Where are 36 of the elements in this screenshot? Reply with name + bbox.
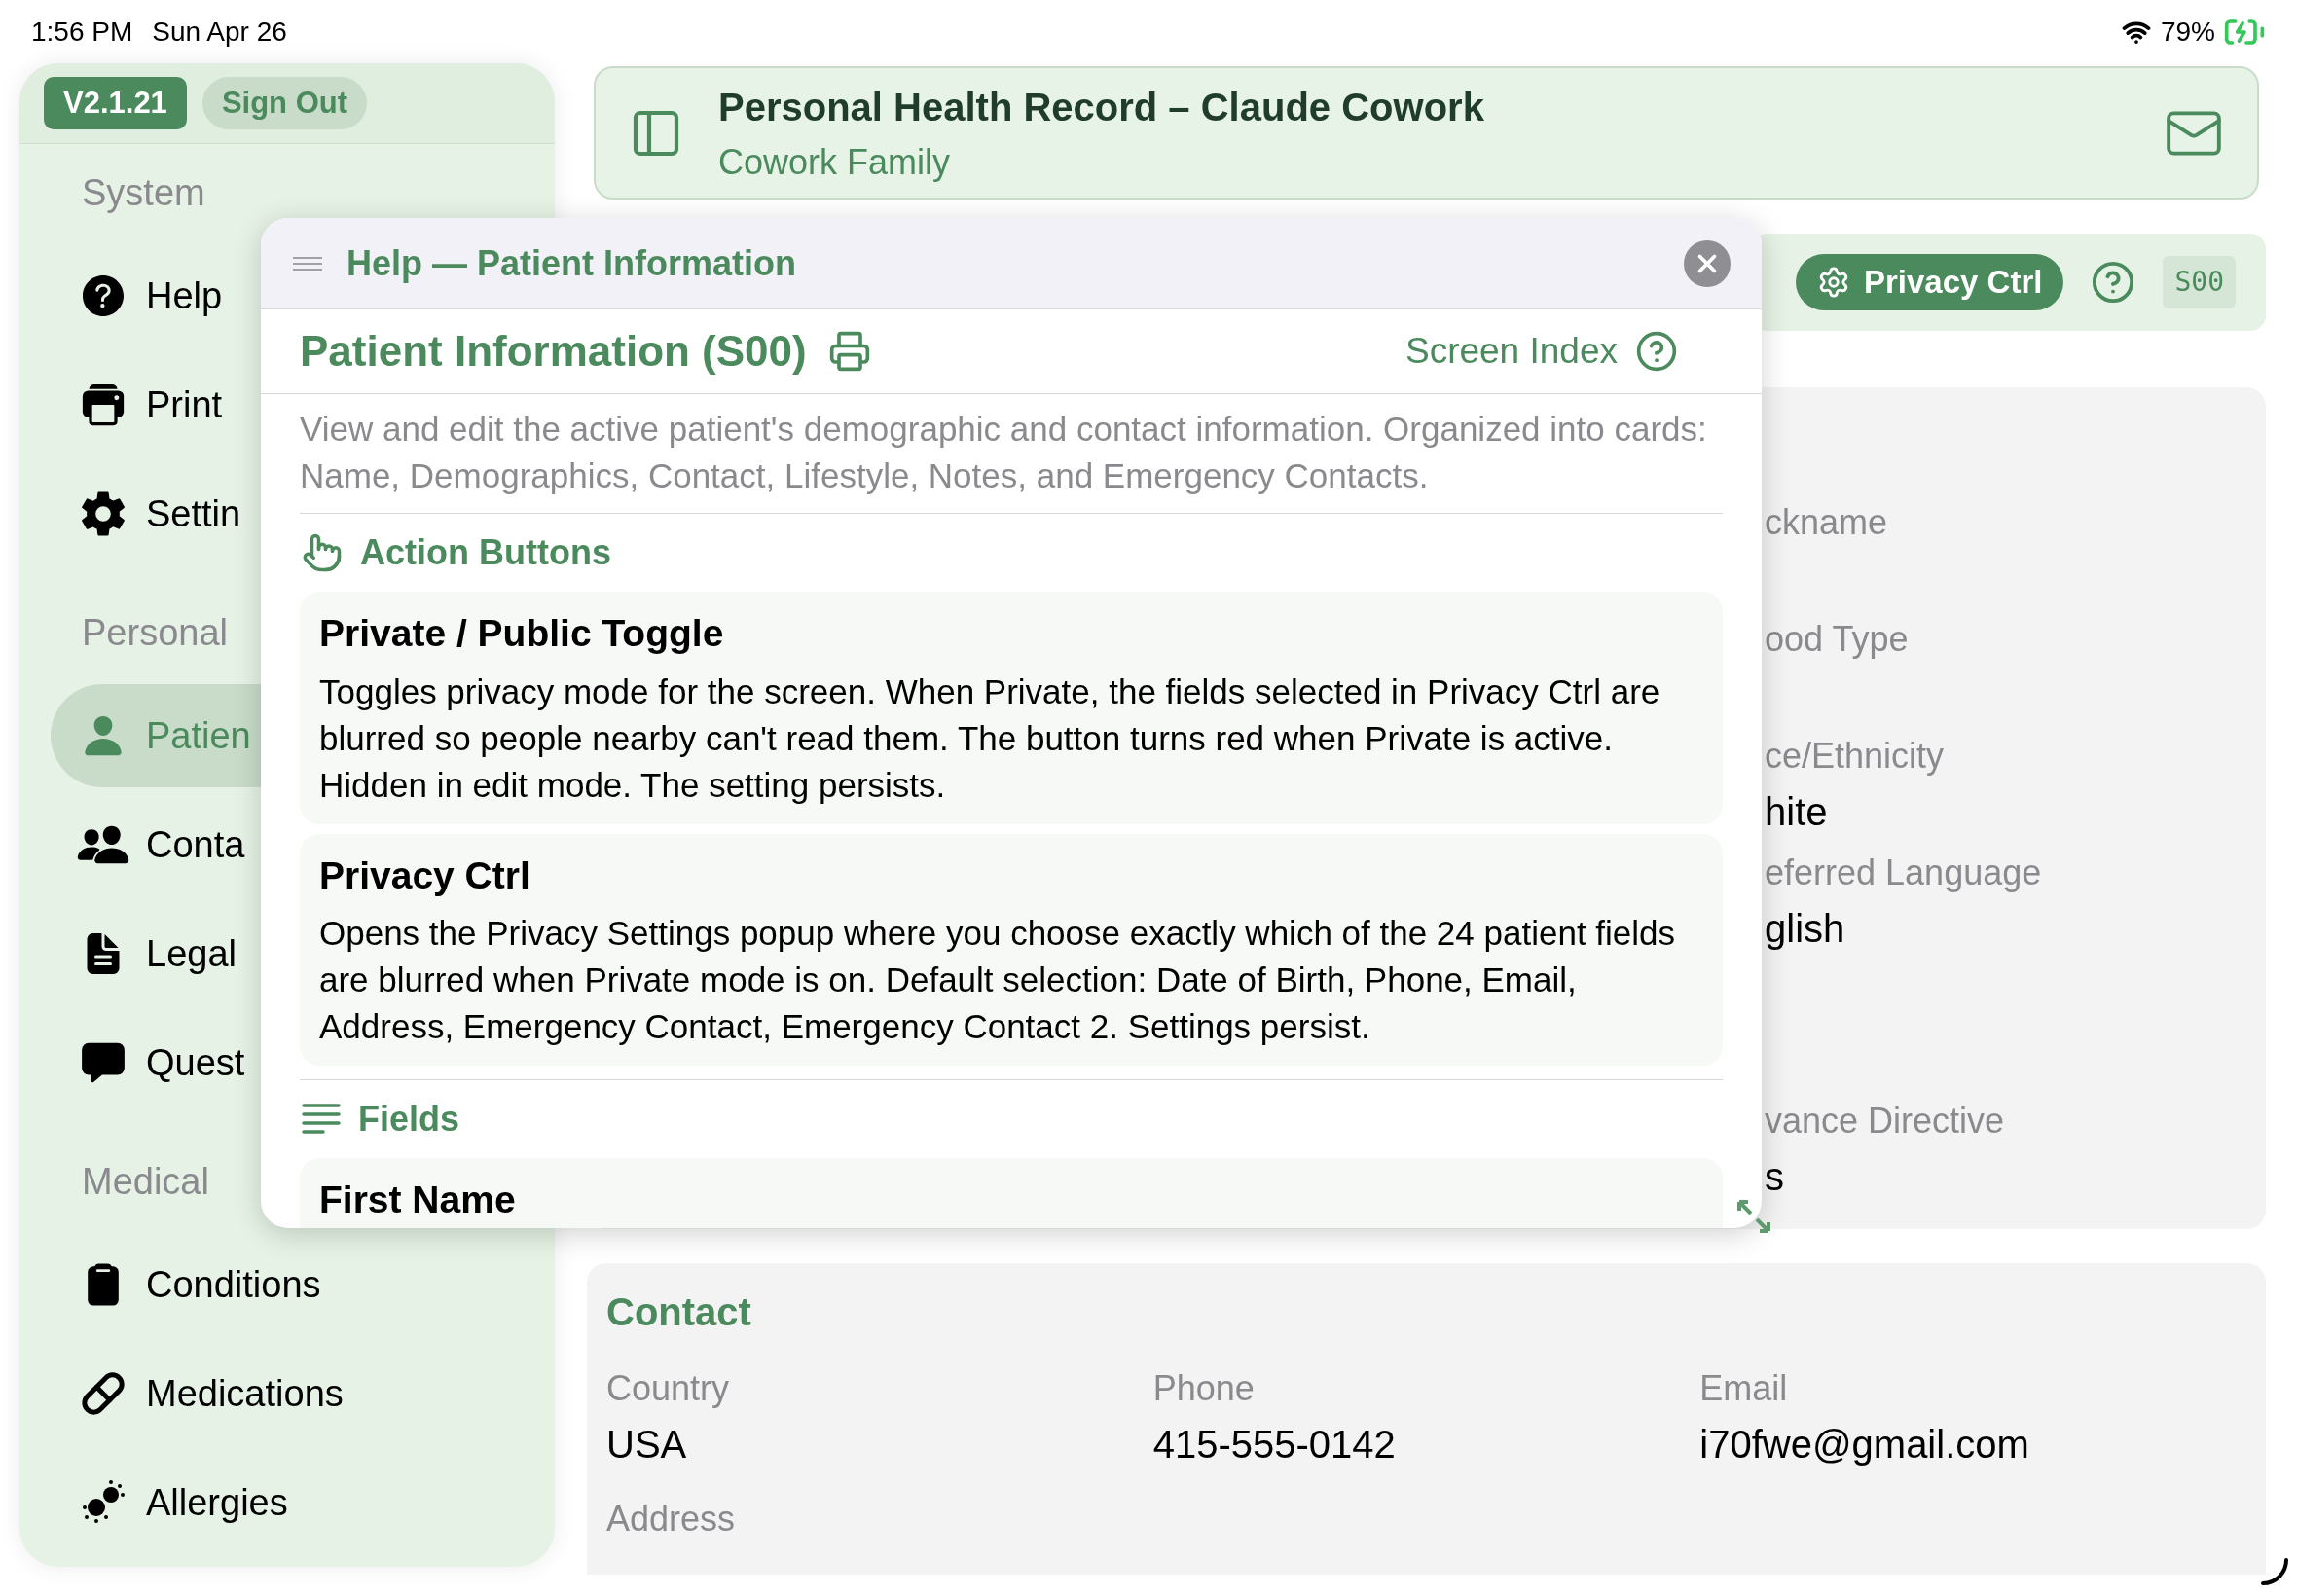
field-label: vance Directive xyxy=(1765,1100,2006,1143)
entry-title: First Name xyxy=(319,1178,517,1222)
field-label: Email xyxy=(1699,1367,1789,1410)
field-label: Phone xyxy=(1152,1367,1256,1410)
section-heading: Fields xyxy=(358,1098,460,1141)
status-date: Sun Apr 26 xyxy=(152,15,287,49)
field-value: glish xyxy=(1765,906,1846,952)
field-value: s xyxy=(1765,1154,1785,1200)
field-label: Country xyxy=(606,1367,731,1410)
section-heading: Medical xyxy=(82,1159,209,1204)
field-label: eferred Language xyxy=(1765,852,2043,894)
battery-percent: 79% xyxy=(2160,15,2215,49)
screen-code-badge: S00 xyxy=(2163,256,2236,308)
popup-title: Help — Patient Information xyxy=(346,241,798,285)
field-value: hite xyxy=(1765,789,1829,835)
app-title: Personal Health Record – Claude Cowork xyxy=(718,84,1484,130)
entry-title: Private / Public Toggle xyxy=(319,611,725,656)
field-label: ckname xyxy=(1765,501,1889,544)
entry-title: Privacy Ctrl xyxy=(319,852,531,898)
screen-heading: Patient Information (S00) xyxy=(300,326,807,377)
entry-text: Opens the Privacy Settings popup where you choose exactly which of the 24 patient fields are blurred when Private mode is on. Default selection: Date of Birth, Phone, Email, Address, Emergency Contact, Emergency Contact 2. Settings persist. xyxy=(319,913,1677,1047)
field-value: USA xyxy=(606,1422,688,1468)
section-heading: Action Buttons xyxy=(360,531,611,574)
version-badge: V2.1.21 xyxy=(44,76,187,130)
section-heading: Personal xyxy=(82,610,228,655)
status-time: 1:56 PM xyxy=(31,15,133,49)
description-text: View and edit the active patient's demographic and contact information. Organized into cards: Name, Demographics, Contact, Lifestyle, Notes, and Emergency Contacts. xyxy=(300,406,1723,514)
field-label: ce/Ethnicity xyxy=(1765,735,1946,778)
entry-text: Toggles privacy mode for the screen. When Private, the fields selected in Privacy Ctrl are blurred so people nearby can't read them. The button turns red when Private is active. Hidden in edit mode. The setting persists. xyxy=(319,671,1661,806)
card-title: Contact xyxy=(606,1290,751,1333)
app-subtitle: Cowork Family xyxy=(718,140,952,184)
field-value: i70fwe@gmail.com xyxy=(1699,1422,2030,1468)
field-label: ood Type xyxy=(1765,618,1910,661)
field-label: Address xyxy=(606,1498,737,1541)
section-heading: System xyxy=(82,170,205,215)
field-value: 415-555-0142 xyxy=(1152,1422,1397,1468)
